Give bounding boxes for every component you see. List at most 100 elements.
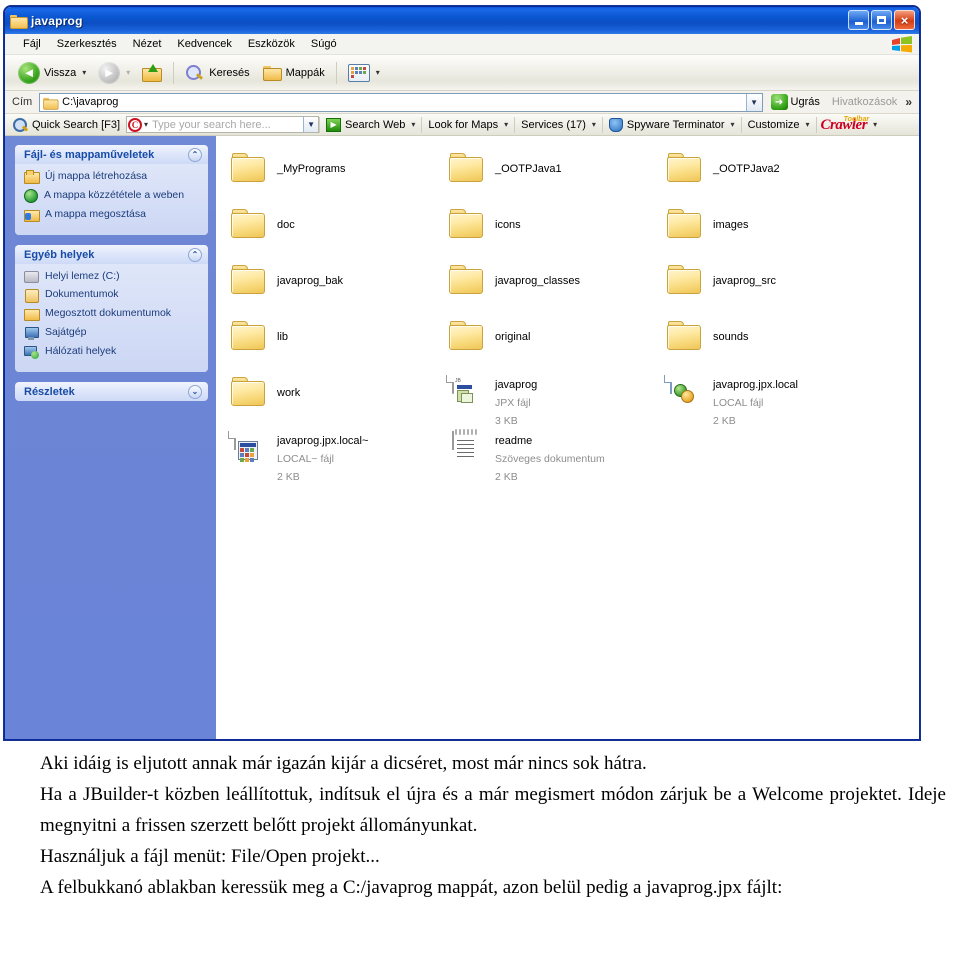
- sidebar-item-documents[interactable]: Dokumentumok: [24, 288, 202, 303]
- file-item-folder[interactable]: doc: [224, 206, 442, 262]
- sidebar-item-new-folder[interactable]: Új mappa létrehozása: [24, 170, 202, 184]
- file-item-folder[interactable]: _MyPrograms: [224, 150, 442, 206]
- body-paragraph-4: A felbukkanó ablakban keressük meg a C:/…: [40, 877, 783, 898]
- panel-other-places: Egyéb helyek ⌃ Helyi lemez (C:) Dokument…: [15, 245, 208, 372]
- menu-item-tools[interactable]: Eszközök: [240, 36, 303, 52]
- sidebar-item-label: Dokumentumok: [45, 288, 119, 300]
- sidebar-item-my-computer[interactable]: Sajátgép: [24, 326, 202, 340]
- sidebar-item-label: Új mappa létrehozása: [45, 170, 148, 182]
- services-button[interactable]: Services (17) ▾: [515, 118, 602, 132]
- chevron-down-icon[interactable]: ▾: [873, 120, 877, 129]
- new-folder-icon: [24, 170, 40, 184]
- chevron-down-icon[interactable]: ▾: [504, 120, 508, 129]
- chevron-down-icon[interactable]: ⌄: [188, 384, 202, 399]
- panel-header[interactable]: Egyéb helyek ⌃: [15, 245, 208, 264]
- panel-header[interactable]: Fájl- és mappaműveletek ⌃: [15, 145, 208, 164]
- file-type: LOCAL fájl: [713, 397, 764, 409]
- sidebar-item-local-disk[interactable]: Helyi lemez (C:): [24, 270, 202, 283]
- chevron-down-icon[interactable]: ▾: [592, 120, 596, 129]
- sidebar-item-publish-web[interactable]: A mappa közzététele a weben: [24, 189, 202, 203]
- crawler-brand-logo[interactable]: Crawler Toolbar: [817, 116, 872, 133]
- chevron-down-icon[interactable]: ▾: [731, 120, 735, 129]
- body-paragraph-1: Aki idáig is eljutott annak már igazán k…: [40, 753, 647, 774]
- chevron-up-icon[interactable]: ⌃: [188, 247, 202, 262]
- menu-item-edit[interactable]: Szerkesztés: [49, 36, 125, 52]
- back-arrow-icon: ◄: [18, 61, 40, 84]
- crawler-search-input[interactable]: C ▾ Type your search here... ▼: [126, 116, 320, 133]
- file-list-pane[interactable]: _MyPrograms _OOTPJava1 _OOTPJava2 doc ic…: [216, 136, 919, 739]
- chevron-down-icon[interactable]: ▾: [806, 120, 810, 129]
- file-item-folder[interactable]: _OOTPJava2: [660, 150, 878, 206]
- crawler-search-dropdown-icon[interactable]: ▼: [303, 117, 319, 132]
- sidebar-item-label: Sajátgép: [45, 326, 87, 338]
- task-pane-sidebar: Fájl- és mappaműveletek ⌃ Új mappa létre…: [5, 136, 216, 739]
- file-item-folder[interactable]: images: [660, 206, 878, 262]
- file-item-local[interactable]: javaprog.jpx.local LOCAL fájl 2 KB: [660, 374, 878, 430]
- quick-search-button[interactable]: Quick Search [F3]: [7, 117, 126, 133]
- folder-icon: [666, 264, 704, 298]
- panel-body: Helyi lemez (C:) Dokumentumok Megosztott…: [15, 264, 208, 372]
- search-web-button[interactable]: ▶ Search Web ▾: [320, 117, 421, 133]
- customize-button[interactable]: Customize ▾: [742, 118, 816, 132]
- look-for-maps-button[interactable]: Look for Maps ▾: [422, 118, 514, 132]
- go-button-label: Ugrás: [790, 96, 820, 108]
- close-icon: ×: [900, 12, 909, 28]
- close-button[interactable]: ×: [894, 10, 915, 30]
- chevron-more-icon[interactable]: »: [905, 95, 915, 109]
- spyware-terminator-button[interactable]: Spyware Terminator ▾: [603, 117, 741, 133]
- maximize-button[interactable]: [871, 10, 892, 30]
- window-controls: ×: [848, 10, 915, 30]
- engine-dropdown-icon[interactable]: ▾: [144, 120, 148, 129]
- back-button[interactable]: ◄ Vissza ▾: [13, 60, 91, 86]
- file-name: readme: [495, 435, 533, 447]
- folder-icon: [230, 376, 268, 410]
- menu-item-file[interactable]: Fájl: [15, 36, 49, 52]
- links-label[interactable]: Hivatkozások: [828, 96, 901, 108]
- panel-header[interactable]: Részletek ⌄: [15, 382, 208, 401]
- generic-file-icon: [228, 431, 268, 466]
- file-item-folder[interactable]: lib: [224, 318, 442, 374]
- spyware-terminator-label: Spyware Terminator: [626, 118, 725, 131]
- file-item-local-tilde[interactable]: javaprog.jpx.local~ LOCAL~ fájl 2 KB: [224, 430, 442, 486]
- address-input[interactable]: C:\javaprog ▼: [39, 92, 763, 112]
- views-dropdown-icon[interactable]: ▾: [376, 68, 380, 77]
- chevron-up-icon[interactable]: ⌃: [188, 147, 202, 162]
- go-button[interactable]: ➜ Ugrás: [767, 94, 824, 110]
- documents-icon: [24, 288, 39, 303]
- back-dropdown-icon[interactable]: ▾: [82, 68, 86, 77]
- file-item-folder[interactable]: javaprog_classes: [442, 262, 660, 318]
- share-folder-icon: [24, 208, 40, 222]
- file-item-folder[interactable]: original: [442, 318, 660, 374]
- menu-item-view[interactable]: Nézet: [125, 36, 170, 52]
- file-item-folder[interactable]: javaprog_src: [660, 262, 878, 318]
- explorer-window: javaprog × Fájl Szerkesztés Nézet Kedven…: [4, 6, 920, 740]
- up-button[interactable]: [137, 62, 167, 84]
- forward-dropdown-icon[interactable]: ▾: [126, 68, 130, 77]
- folder-icon: [230, 208, 268, 242]
- file-item-folder[interactable]: icons: [442, 206, 660, 262]
- panel-title: Részletek: [24, 385, 75, 398]
- file-item-folder[interactable]: work: [224, 374, 442, 430]
- minimize-button[interactable]: [848, 10, 869, 30]
- look-for-maps-label: Look for Maps: [428, 118, 499, 131]
- file-item-text[interactable]: readme Szöveges dokumentum 2 KB: [442, 429, 660, 486]
- folders-button[interactable]: Mappák: [257, 62, 330, 84]
- file-item-folder[interactable]: sounds: [660, 318, 878, 374]
- sidebar-item-share-folder[interactable]: A mappa megosztása: [24, 208, 202, 222]
- views-button[interactable]: ▾: [343, 62, 385, 84]
- sidebar-item-network-places[interactable]: Hálózati helyek: [24, 345, 202, 359]
- file-item-jpx[interactable]: JB javaprog JPX fájl 3 KB: [442, 374, 660, 430]
- toolbar-separator: [335, 61, 337, 84]
- forward-button[interactable]: ► ▾: [93, 60, 135, 86]
- sidebar-item-shared-documents[interactable]: Megosztott dokumentumok: [24, 307, 202, 321]
- file-item-folder[interactable]: javaprog_bak: [224, 262, 442, 318]
- chevron-down-icon[interactable]: ▾: [411, 120, 415, 129]
- file-item-folder[interactable]: _OOTPJava1: [442, 150, 660, 206]
- window-title: javaprog: [31, 13, 83, 28]
- search-button[interactable]: Keresés: [180, 62, 254, 84]
- address-dropdown-icon[interactable]: ▼: [745, 93, 762, 111]
- menu-item-help[interactable]: Súgó: [303, 36, 345, 52]
- search-web-label: Search Web: [345, 118, 406, 131]
- menu-item-favorites[interactable]: Kedvencek: [169, 36, 239, 52]
- folder-icon: [10, 14, 26, 28]
